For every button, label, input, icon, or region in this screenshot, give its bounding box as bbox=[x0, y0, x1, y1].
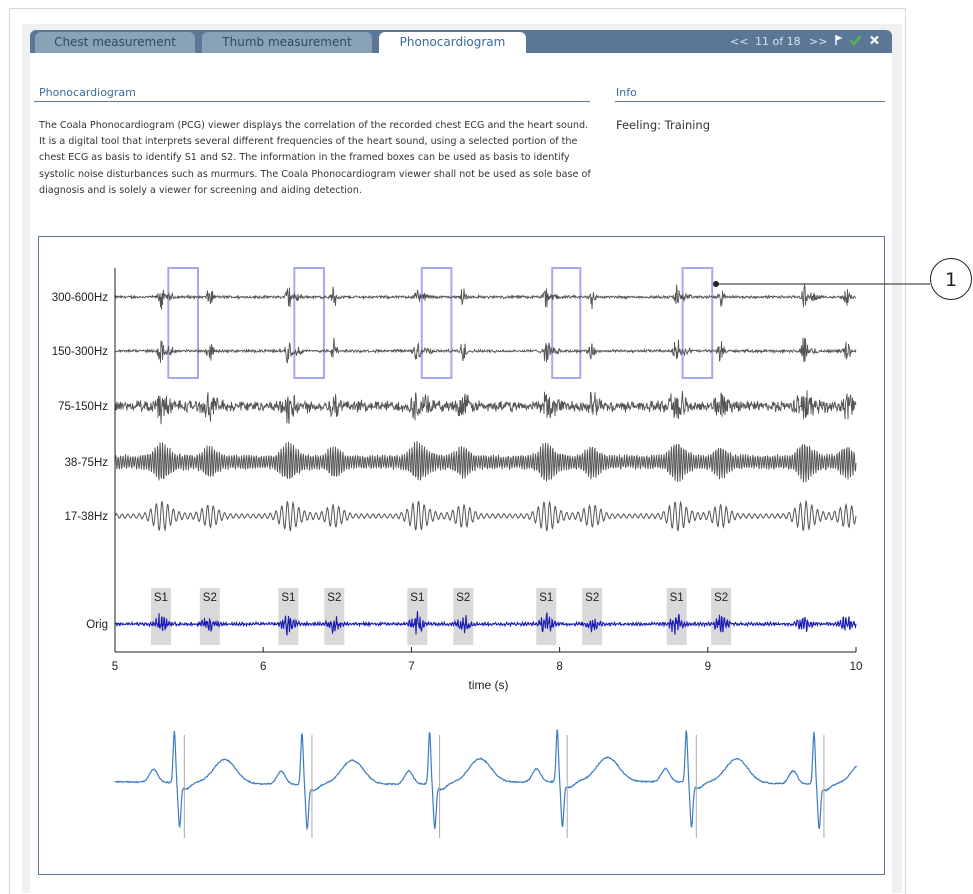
callout-marker: 1 bbox=[930, 258, 972, 300]
sound-marker-label: S1 bbox=[281, 592, 295, 604]
x-tick-label: 7 bbox=[408, 661, 414, 673]
sound-marker-label: S1 bbox=[539, 592, 553, 604]
sound-marker-label: S2 bbox=[585, 592, 599, 604]
series-label: Orig bbox=[86, 619, 108, 631]
analysis-frame bbox=[420, 267, 453, 379]
sound-marker-label: S1 bbox=[154, 592, 168, 604]
sound-marker-label: S2 bbox=[327, 592, 341, 604]
sound-marker-label: S2 bbox=[203, 592, 217, 604]
x-axis-title: time (s) bbox=[469, 678, 509, 692]
series-label: 17-38Hz bbox=[65, 511, 109, 523]
series-label: 150-300Hz bbox=[52, 346, 109, 358]
sound-marker-label: S1 bbox=[670, 592, 684, 604]
sound-marker-label: S2 bbox=[456, 592, 470, 604]
sound-marker-label: S2 bbox=[714, 592, 728, 604]
pcg-trace-band bbox=[114, 337, 857, 364]
x-tick-label: 9 bbox=[705, 661, 711, 673]
analysis-frame bbox=[681, 267, 714, 379]
pcg-trace-band bbox=[114, 440, 857, 483]
sound-marker-label: S1 bbox=[410, 592, 424, 604]
pcg-trace-band bbox=[114, 284, 857, 310]
orig-trace bbox=[114, 610, 857, 636]
series-label: 75-150Hz bbox=[58, 401, 108, 413]
pcg-chart: 5 6 7 8 9 10 time (s) 300-600Hz 150-300Hz 75-150… bbox=[52, 267, 930, 838]
analysis-frame bbox=[551, 267, 582, 379]
ecg-trace bbox=[114, 729, 858, 831]
x-tick-label: 5 bbox=[112, 661, 118, 673]
x-tick-label: 8 bbox=[556, 661, 562, 673]
analysis-frame bbox=[293, 267, 325, 379]
series-label: 38-75Hz bbox=[65, 457, 109, 469]
series-label: 300-600Hz bbox=[52, 292, 109, 304]
analysis-frame bbox=[167, 267, 199, 379]
pcg-trace-band bbox=[114, 499, 857, 532]
x-tick-label: 10 bbox=[850, 661, 863, 673]
x-tick-label: 6 bbox=[260, 661, 266, 673]
pcg-trace-band bbox=[114, 390, 857, 425]
